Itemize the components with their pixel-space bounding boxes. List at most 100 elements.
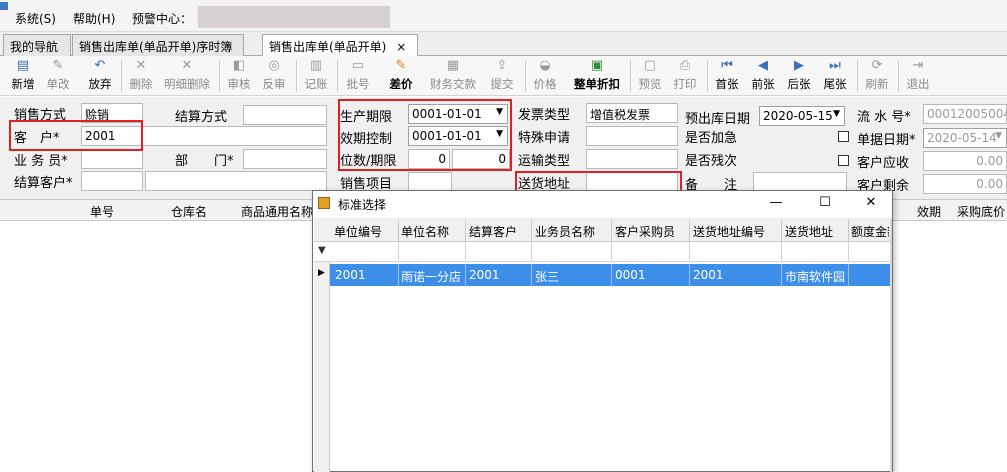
refresh-button[interactable]: ⟳ 刷新 <box>862 58 892 94</box>
batch-button[interactable]: ▭ 批号 <box>343 58 373 94</box>
toolbar-separator <box>857 60 858 92</box>
unaudit-icon: ◎ <box>268 58 280 73</box>
transport-type-label: 运输类型 <box>518 154 571 169</box>
tab-sales-outbound-single[interactable]: 销售出库单(单品开单) × <box>262 34 418 57</box>
column-divider <box>611 219 612 241</box>
exit-button[interactable]: ⇥ 退出 <box>903 58 933 94</box>
dialog-titlebar[interactable] <box>313 191 892 217</box>
undo-label: 放弃 <box>88 77 112 91</box>
warning-center-label[interactable]: 预警中心： <box>132 10 192 27</box>
column-divider <box>848 242 849 262</box>
serial-field[interactable]: 000120050046 <box>923 104 1007 124</box>
preview-label: 预览 <box>638 77 662 91</box>
edit-button[interactable]: ✎ 单改 <box>42 58 74 94</box>
column-header[interactable]: 结算客户 <box>469 223 517 240</box>
preview-icon: ▢ <box>643 58 657 73</box>
menu-help[interactable]: 帮助(H) <box>73 10 115 27</box>
column-header[interactable]: 客户采购员 <box>615 223 675 240</box>
refresh-icon: ⟳ <box>871 58 883 73</box>
doc-date-label: 单据日期* <box>857 133 916 148</box>
undo-icon: ↶ <box>94 58 106 73</box>
doc-date-select[interactable]: 2020-05-14 ▼ <box>923 128 1007 148</box>
tab-sales-outbound-journal[interactable]: 销售出库单(单品开单)序时簿 <box>72 34 244 56</box>
urgent-checkbox[interactable] <box>838 131 849 142</box>
department-field[interactable] <box>243 149 327 169</box>
column-header[interactable]: 额度金额 <box>851 223 889 240</box>
column-divider <box>781 264 782 286</box>
price-icon: ◒ <box>539 58 551 73</box>
expected-date-select[interactable]: 2020-05-15 ▼ <box>759 106 845 126</box>
finance-icon: ▦ <box>446 58 460 73</box>
dialog-filter-row[interactable] <box>314 242 890 262</box>
submit-button[interactable]: ⇪ 提交 <box>487 58 517 94</box>
warning-center-box[interactable] <box>198 6 390 28</box>
column-header[interactable]: 送货地址 <box>785 223 833 240</box>
discount-button[interactable]: ▣ 整单折扣 <box>570 58 624 94</box>
price-label: 价格 <box>533 77 557 91</box>
special-request-field[interactable] <box>586 126 678 146</box>
table-cell: 2001 <box>335 268 366 282</box>
transport-type-field[interactable] <box>586 149 678 169</box>
remark-field[interactable] <box>753 172 847 192</box>
column-divider <box>781 219 782 241</box>
first-button[interactable]: ⏮ 首张 <box>712 58 742 94</box>
column-divider <box>398 242 399 262</box>
delete-detail-button[interactable]: ✕ 明细删除 <box>160 58 214 94</box>
print-button[interactable]: ⎙ 打印 <box>670 58 700 94</box>
settle-customer-name-field[interactable] <box>145 171 327 191</box>
column-header[interactable]: 业务员名称 <box>535 223 595 240</box>
minimize-icon[interactable]: — <box>766 194 786 212</box>
column-divider <box>531 219 532 241</box>
toolbar-separator <box>296 60 297 92</box>
column-header[interactable]: 效期 <box>917 203 941 220</box>
finance-button[interactable]: ▦ 财务交款 <box>426 58 480 94</box>
column-header[interactable]: 单号 <box>90 203 114 220</box>
chevron-down-icon: ▼ <box>833 109 840 119</box>
batch-icon: ▭ <box>351 58 365 73</box>
new-button[interactable]: ▤ 新增 <box>7 58 39 94</box>
table-cell: 2001 <box>693 268 724 282</box>
preview-button[interactable]: ▢ 预览 <box>635 58 665 94</box>
salesman-field[interactable] <box>81 149 143 169</box>
submit-label: 提交 <box>490 77 514 91</box>
maximize-icon[interactable]: ☐ <box>815 194 835 212</box>
undo-button[interactable]: ↶ 放弃 <box>84 58 116 94</box>
delete-detail-icon: ✕ <box>181 58 193 73</box>
column-header[interactable]: 仓库名 <box>171 203 207 220</box>
table-cell: 张三 <box>535 270 560 284</box>
menu-system[interactable]: 系统(S) <box>15 10 56 27</box>
settle-customer-code-field[interactable] <box>81 171 143 191</box>
last-button[interactable]: ⏭ 尾张 <box>820 58 850 94</box>
column-header[interactable]: 商品通用名称 <box>241 203 313 220</box>
column-header[interactable]: 单位名称 <box>401 223 449 240</box>
edit-label: 单改 <box>46 77 70 91</box>
column-header[interactable]: 采购底价 <box>957 203 1005 220</box>
audit-button[interactable]: ◧ 审核 <box>224 58 254 94</box>
tab-label: 我的导航 <box>10 40 59 54</box>
invoice-type-field[interactable]: 增值税发票 <box>586 103 678 123</box>
tab-my-navigation[interactable]: 我的导航 <box>3 34 71 56</box>
unaudit-button[interactable]: ◎ 反审 <box>259 58 289 94</box>
price-diff-button[interactable]: ✎ 差价 <box>386 58 416 94</box>
urgent-label: 是否加急 <box>685 131 738 146</box>
dialog-scrollbar[interactable] <box>890 218 892 472</box>
sales-item-field[interactable] <box>408 172 452 192</box>
delete-button[interactable]: ✕ 删除 <box>126 58 156 94</box>
toolbar-separator <box>630 60 631 92</box>
column-header[interactable]: 单位编号 <box>334 223 382 240</box>
remnant-checkbox[interactable] <box>838 155 849 166</box>
prev-button[interactable]: ◀ 前张 <box>748 58 778 94</box>
table-cell: 雨诺一分店 <box>401 270 462 284</box>
submit-icon: ⇪ <box>496 58 508 73</box>
settle-method-field[interactable] <box>243 105 327 125</box>
next-icon: ▶ <box>794 58 804 73</box>
close-icon[interactable]: × <box>396 40 406 54</box>
column-header[interactable]: 送货地址编号 <box>693 223 765 240</box>
price-button[interactable]: ◒ 价格 <box>530 58 560 94</box>
exit-label: 退出 <box>906 77 930 91</box>
column-divider <box>465 264 466 286</box>
ledger-button[interactable]: ▥ 记账 <box>301 58 331 94</box>
next-button[interactable]: ▶ 后张 <box>784 58 814 94</box>
table-cell: 0001 <box>615 268 646 282</box>
close-icon[interactable]: ✕ <box>861 194 881 212</box>
